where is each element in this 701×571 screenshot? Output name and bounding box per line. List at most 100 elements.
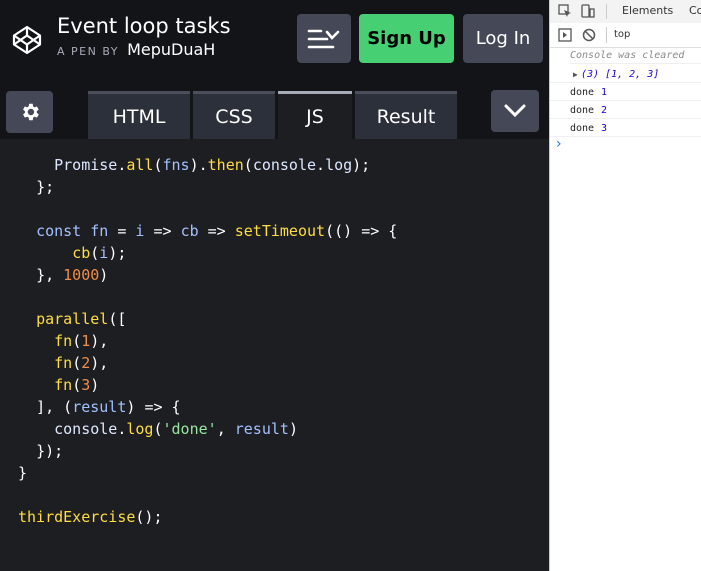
context-selector[interactable]: top: [614, 27, 630, 43]
sign-up-button[interactable]: Sign Up: [359, 14, 454, 63]
log-text: done: [570, 105, 595, 116]
code-token: log: [126, 420, 154, 438]
code-token: console: [54, 420, 118, 438]
toolbar-divider-2: [606, 27, 607, 43]
tab-result[interactable]: Result: [355, 91, 457, 139]
log-in-button[interactable]: Log In: [463, 14, 543, 63]
device-toolbar-icon[interactable]: [581, 4, 595, 18]
collapse-editor-button[interactable]: [491, 90, 539, 132]
code-token: =>: [207, 222, 226, 240]
code-token: (: [243, 156, 253, 174]
code-token: ).: [189, 156, 208, 174]
code-token: thirdExercise: [18, 508, 136, 526]
log-text: done: [570, 87, 595, 98]
tab-js[interactable]: JS: [278, 91, 352, 139]
code-token: ((): [325, 222, 353, 240]
code-line: const fn = i => cb => setTimeout(() => {: [18, 220, 397, 242]
code-token: },: [36, 266, 55, 284]
code-line: Promise.all(fns).then(console.log);: [18, 154, 370, 176]
tab-elements[interactable]: Elements: [622, 0, 673, 23]
console-prompt[interactable]: ›: [556, 136, 562, 152]
devtools-tabbar: Elements Co: [550, 0, 701, 25]
chevron-down-icon: [504, 104, 526, 118]
code-token: ,: [216, 420, 226, 438]
code-token: Promise: [54, 156, 118, 174]
console-log-row: done 2: [550, 102, 701, 119]
code-token: });: [36, 442, 64, 460]
code-token: };: [36, 178, 55, 196]
code-token: 3: [81, 376, 91, 394]
console-log-row: done 1: [550, 84, 701, 101]
console-cleared-message: Console was cleared: [570, 47, 701, 64]
code-line: };: [18, 176, 54, 198]
code-line: cb(i);: [18, 242, 126, 264]
code-token: 2: [81, 354, 91, 372]
code-token: (: [72, 354, 82, 372]
code-token: ();: [135, 508, 163, 526]
code-token: ): [288, 420, 298, 438]
code-token: parallel: [36, 310, 109, 328]
array-text: (3) [1, 2, 3]: [581, 69, 660, 80]
editor-tabs-bar: HTML CSS JS Result: [0, 77, 549, 139]
console-toolbar: top: [550, 23, 701, 48]
pen-byline: A PEN BY MepuDuaH: [57, 40, 215, 62]
code-token: .: [316, 156, 326, 174]
code-token: ),: [90, 354, 109, 372]
code-token: =>: [153, 222, 172, 240]
sidebar-toggle-icon[interactable]: [558, 28, 572, 42]
console-log-row: done 3: [550, 120, 701, 137]
code-token: log: [325, 156, 353, 174]
code-token: 1000: [63, 266, 100, 284]
code-token: ): [90, 376, 100, 394]
console-array-log[interactable]: ▶ (3) [1, 2, 3]: [550, 66, 701, 83]
pen-title: Event loop tasks: [57, 14, 231, 38]
author-link[interactable]: MepuDuaH: [127, 40, 215, 59]
code-token: (: [63, 398, 73, 416]
array-preview: (3) [1, 2, 3]: [581, 66, 659, 83]
tab-console[interactable]: Co: [689, 0, 701, 25]
code-token: {: [388, 222, 398, 240]
code-editor[interactable]: Promise.all(fns).then(console.log); }; c…: [0, 154, 549, 571]
code-token: fns: [162, 156, 190, 174]
code-line: }, 1000): [18, 264, 108, 286]
code-line: fn(2),: [18, 352, 108, 374]
settings-button[interactable]: [6, 91, 53, 133]
expand-triangle-icon[interactable]: ▶: [573, 66, 578, 83]
code-token: );: [108, 244, 127, 262]
codepen-logo-icon[interactable]: [12, 25, 42, 55]
clear-console-icon[interactable]: [582, 28, 596, 42]
header-bar: Event loop tasks A PEN BY MepuDuaH Sign …: [0, 0, 549, 77]
code-token: all: [126, 156, 154, 174]
tab-css[interactable]: CSS: [193, 91, 275, 139]
code-token: fn: [54, 332, 73, 350]
layout-menu-button[interactable]: [297, 14, 351, 63]
code-token: (: [72, 376, 82, 394]
devtools-panel: Elements Co top Console was cleared ▶ (3…: [549, 0, 701, 571]
code-token: cb: [72, 244, 91, 262]
code-token: (: [153, 156, 163, 174]
inspect-element-icon[interactable]: [558, 4, 572, 18]
code-token: i: [99, 244, 109, 262]
code-token: ],: [36, 398, 55, 416]
code-token: 1: [81, 332, 91, 350]
code-line: fn(3): [18, 374, 99, 396]
tab-html[interactable]: HTML: [88, 91, 190, 139]
menu-chevron-icon: [307, 29, 340, 48]
code-line: fn(1),: [18, 330, 108, 352]
code-token: ): [99, 266, 109, 284]
code-line: }: [18, 462, 27, 484]
